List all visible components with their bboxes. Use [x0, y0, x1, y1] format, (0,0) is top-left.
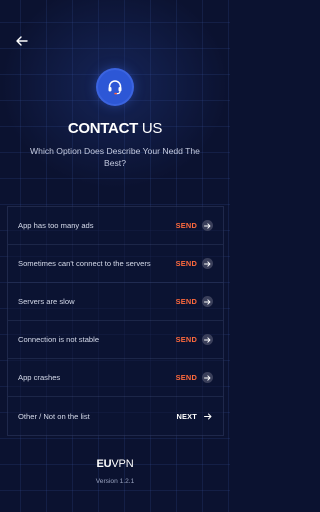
send-label: SEND [175, 259, 197, 268]
options-list: App has too many ads SEND Sometimes can'… [7, 206, 224, 436]
option-label: App crashes [18, 373, 61, 382]
option-row-cant-connect[interactable]: Sometimes can't connect to the servers S… [8, 245, 223, 283]
arrow-right-icon [202, 372, 213, 383]
contact-us-screen: CONTACT US Which Option Does Describe Yo… [0, 0, 230, 512]
brand-bold: EU [96, 458, 112, 470]
option-label: Sometimes can't connect to the servers [18, 259, 151, 268]
send-button[interactable]: SEND [176, 296, 213, 307]
option-row-servers-slow[interactable]: Servers are slow SEND [8, 283, 223, 321]
arrow-left-icon [16, 36, 28, 46]
page-title-bold: CONTACT [67, 120, 138, 137]
headset-icon [108, 80, 122, 95]
send-label: SEND [175, 297, 197, 306]
support-logo [98, 70, 132, 104]
send-button[interactable]: SEND [176, 334, 213, 345]
brand-logo: EUVPN [0, 458, 230, 470]
send-label: SEND [175, 373, 197, 382]
send-button[interactable]: SEND [176, 220, 213, 231]
option-label: Connection is not stable [18, 335, 100, 344]
page-title-light: US [138, 120, 163, 137]
arrow-right-icon [202, 258, 213, 269]
send-label: SEND [175, 221, 197, 230]
arrow-right-icon [202, 296, 213, 307]
option-row-too-many-ads[interactable]: App has too many ads SEND [8, 207, 223, 245]
page-subtitle: Which Option Does Describe Your Nedd The… [30, 146, 200, 168]
option-row-other[interactable]: Other / Not on the list NEXT [8, 397, 223, 435]
page-title: CONTACT US [0, 120, 230, 137]
send-label: SEND [175, 335, 197, 344]
arrow-right-icon [202, 220, 213, 231]
next-label: NEXT [176, 411, 197, 421]
send-button[interactable]: SEND [176, 258, 213, 269]
send-button[interactable]: SEND [176, 372, 213, 383]
option-row-app-crashes[interactable]: App crashes SEND [8, 359, 223, 397]
next-button[interactable]: NEXT [176, 411, 213, 422]
arrow-right-icon [202, 334, 213, 345]
back-button[interactable] [12, 32, 32, 50]
arrow-right-icon [202, 411, 213, 422]
version-text: Version 1.2.1 [95, 478, 135, 485]
option-row-not-stable[interactable]: Connection is not stable SEND [8, 321, 223, 359]
option-label: Servers are slow [18, 297, 75, 306]
option-label: App has too many ads [18, 221, 94, 230]
brand-light: VPN [111, 458, 134, 470]
option-label: Other / Not on the list [18, 411, 90, 421]
